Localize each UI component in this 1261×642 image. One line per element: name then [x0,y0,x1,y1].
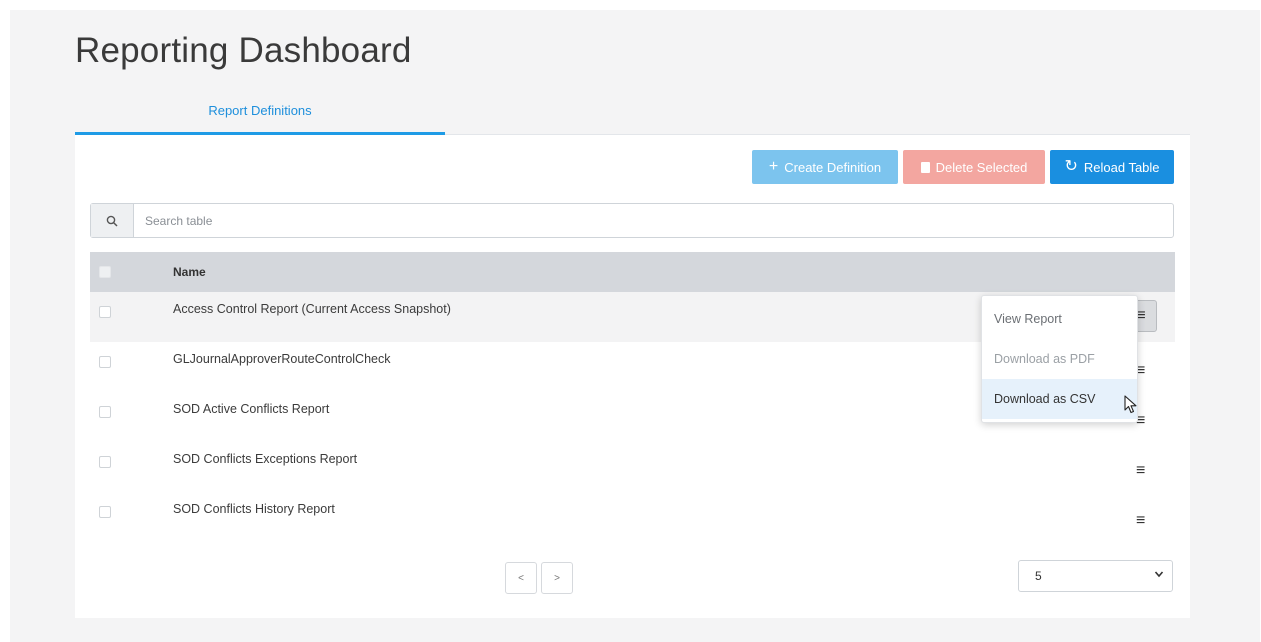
select-all-checkbox[interactable] [99,266,111,278]
table-row[interactable]: SOD Conflicts History Report ≡ [90,492,1175,542]
menu-item-view-report[interactable]: View Report [982,299,1137,339]
search-icon [91,204,134,237]
row-checkbox[interactable] [99,456,111,468]
row-checkbox[interactable] [99,406,111,418]
page-title: Reporting Dashboard [75,31,412,70]
search-box [90,203,1174,238]
tab-bar: Report Definitions [75,96,1190,135]
delete-selected-label: Delete Selected [935,159,1028,175]
menu-item-download-csv[interactable]: Download as CSV [982,379,1137,419]
tab-report-definitions[interactable]: Report Definitions [75,96,445,135]
row-action-menu: View Report Download as PDF Download as … [981,295,1138,423]
refresh-icon: ↻ [1064,158,1078,175]
row-menu-button[interactable]: ≡ [1136,463,1145,479]
row-checkbox[interactable] [99,506,111,518]
delete-selected-button[interactable]: Delete Selected [903,150,1045,184]
mouse-pointer-icon [1124,395,1137,414]
menu-item-download-pdf[interactable]: Download as PDF [982,339,1137,379]
trash-icon [920,161,930,173]
report-name: Access Control Report (Current Access Sn… [173,302,451,316]
plus-icon: + [768,158,779,175]
chevron-down-icon [1154,569,1164,582]
page-size-value: 5 [1035,569,1042,583]
column-header-name[interactable]: Name [173,265,206,279]
search-input[interactable] [143,204,1147,237]
previous-page-button[interactable]: < [505,562,537,594]
next-page-button[interactable]: > [541,562,573,594]
report-name: GLJournalApproverRouteControlCheck [173,352,391,366]
report-name: SOD Conflicts Exceptions Report [173,452,358,466]
create-definition-label: Create Definition [784,159,882,175]
page-size-select[interactable]: 5 [1018,560,1173,592]
table-header: Name [90,252,1175,292]
reload-table-button[interactable]: ↻ Reload Table [1050,150,1174,184]
report-name: SOD Conflicts History Report [173,502,335,516]
reload-table-label: Reload Table [1083,159,1160,175]
table-row[interactable]: SOD Conflicts Exceptions Report ≡ [90,442,1175,493]
row-menu-button[interactable]: ≡ [1136,513,1145,529]
report-name: SOD Active Conflicts Report [173,402,330,416]
create-definition-button[interactable]: + Create Definition [752,150,898,184]
row-checkbox[interactable] [99,306,111,318]
row-checkbox[interactable] [99,356,111,368]
